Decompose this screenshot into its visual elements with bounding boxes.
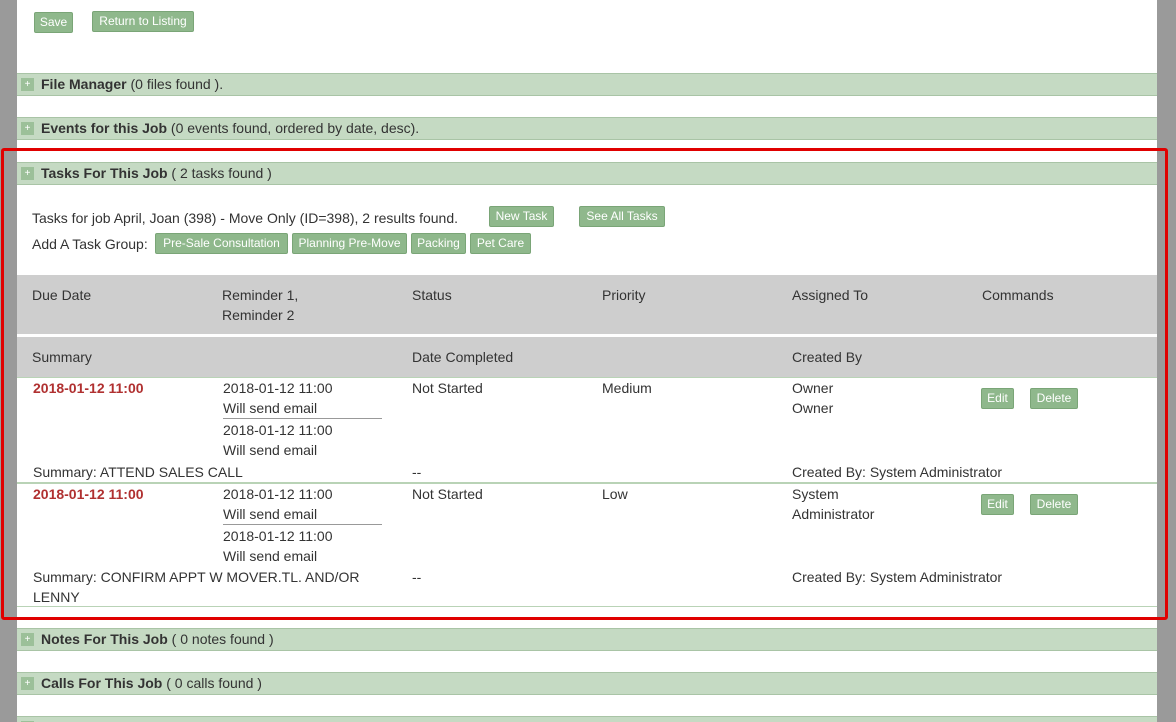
task-assigned-1: System <box>792 486 839 502</box>
task-group-pre-sale-button[interactable]: Pre-Sale Consultation <box>155 233 288 254</box>
task-reminder-1-date: 2018-01-12 11:00 <box>223 486 333 502</box>
task-group-pet-care-button[interactable]: Pet Care <box>470 233 531 254</box>
task-summary: Summary: ATTEND SALES CALL <box>33 464 243 480</box>
job-detail-page: Save Return to Listing + File Manager (0… <box>17 0 1157 722</box>
header-reminder-2: Reminder 2 <box>222 307 295 323</box>
section-title: File Manager (0 files found ). <box>41 76 224 92</box>
task-reminder-2-note: Will send email <box>223 548 318 564</box>
section-title: Tasks For This Job ( 2 tasks found ) <box>41 165 272 181</box>
header-priority: Priority <box>602 287 646 303</box>
task-status: Not Started <box>412 380 483 396</box>
file-manager-section-header[interactable]: + File Manager (0 files found ). <box>17 73 1157 96</box>
row-divider <box>17 606 1157 607</box>
task-priority: Medium <box>602 380 652 396</box>
delete-task-button[interactable]: Delete <box>1030 494 1078 515</box>
task-created-by: Created By: System Administrator <box>792 464 1003 480</box>
task-summary: Summary: CONFIRM APPT W MOVER.TL. AND/OR <box>33 569 360 585</box>
calls-section-header[interactable]: + Calls For This Job ( 0 calls found ) <box>17 672 1157 695</box>
task-reminder-2-date: 2018-01-12 11:00 <box>223 528 333 544</box>
edit-task-button[interactable]: Edit <box>981 388 1014 409</box>
header-status: Status <box>412 287 452 303</box>
expand-icon[interactable]: + <box>21 633 34 646</box>
task-date-completed: -- <box>412 569 422 585</box>
task-group-planning-button[interactable]: Planning Pre-Move <box>292 233 407 254</box>
see-all-tasks-button[interactable]: See All Tasks <box>579 206 665 227</box>
expand-icon[interactable]: + <box>21 167 34 180</box>
expand-icon[interactable]: + <box>21 677 34 690</box>
header-summary: Summary <box>32 349 92 365</box>
task-assigned-2: Administrator <box>792 506 875 522</box>
header-date-completed: Date Completed <box>412 349 514 365</box>
section-title: Calls For This Job ( 0 calls found ) <box>41 675 262 691</box>
reminder-separator <box>223 418 382 419</box>
table-divider <box>17 377 1157 378</box>
task-reminder-1-note: Will send email <box>223 506 318 522</box>
delete-task-button[interactable]: Delete <box>1030 388 1078 409</box>
expand-icon[interactable]: + <box>21 122 34 135</box>
expand-icon[interactable]: + <box>21 78 34 91</box>
task-priority: Low <box>602 486 628 502</box>
task-due-date: 2018-01-12 11:00 <box>33 380 144 396</box>
task-reminder-2-note: Will send email <box>223 442 318 458</box>
task-status: Not Started <box>412 486 483 502</box>
tasks-table-header <box>17 275 1157 334</box>
task-assigned-2: Owner <box>792 400 834 416</box>
events-section-header[interactable]: + Events for this Job (0 events found, o… <box>17 117 1157 140</box>
header-commands: Commands <box>982 287 1054 303</box>
tasks-intro-text: Tasks for job April, Joan (398) - Move O… <box>32 210 459 226</box>
header-reminder-1: Reminder 1, <box>222 287 299 303</box>
return-to-listing-button[interactable]: Return to Listing <box>92 11 194 32</box>
row-divider <box>17 482 1157 484</box>
next-section-header[interactable]: + <box>17 716 1157 722</box>
task-created-by: Created By: System Administrator <box>792 569 1003 585</box>
task-reminder-2-date: 2018-01-12 11:00 <box>223 422 333 438</box>
task-group-packing-button[interactable]: Packing <box>411 233 466 254</box>
notes-section-header[interactable]: + Notes For This Job ( 0 notes found ) <box>17 628 1157 651</box>
reminder-separator <box>223 524 382 525</box>
edit-task-button[interactable]: Edit <box>981 494 1014 515</box>
task-summary-continued: LENNY <box>33 589 80 605</box>
task-reminder-1-note: Will send email <box>223 400 318 416</box>
task-date-completed: -- <box>412 464 422 480</box>
save-button[interactable]: Save <box>34 12 73 33</box>
task-reminder-1-date: 2018-01-12 11:00 <box>223 380 333 396</box>
new-task-button[interactable]: New Task <box>489 206 554 227</box>
task-group-label: Add A Task Group: <box>32 236 148 252</box>
header-created-by: Created By <box>792 349 863 365</box>
task-assigned-1: Owner <box>792 380 834 396</box>
task-due-date: 2018-01-12 11:00 <box>33 486 144 502</box>
tasks-table-subheader <box>17 337 1157 377</box>
header-due-date: Due Date <box>32 287 92 303</box>
section-title: Notes For This Job ( 0 notes found ) <box>41 631 274 647</box>
section-title: Events for this Job (0 events found, ord… <box>41 120 420 136</box>
tasks-section-header[interactable]: + Tasks For This Job ( 2 tasks found ) <box>17 162 1157 185</box>
header-assigned-to: Assigned To <box>792 287 869 303</box>
